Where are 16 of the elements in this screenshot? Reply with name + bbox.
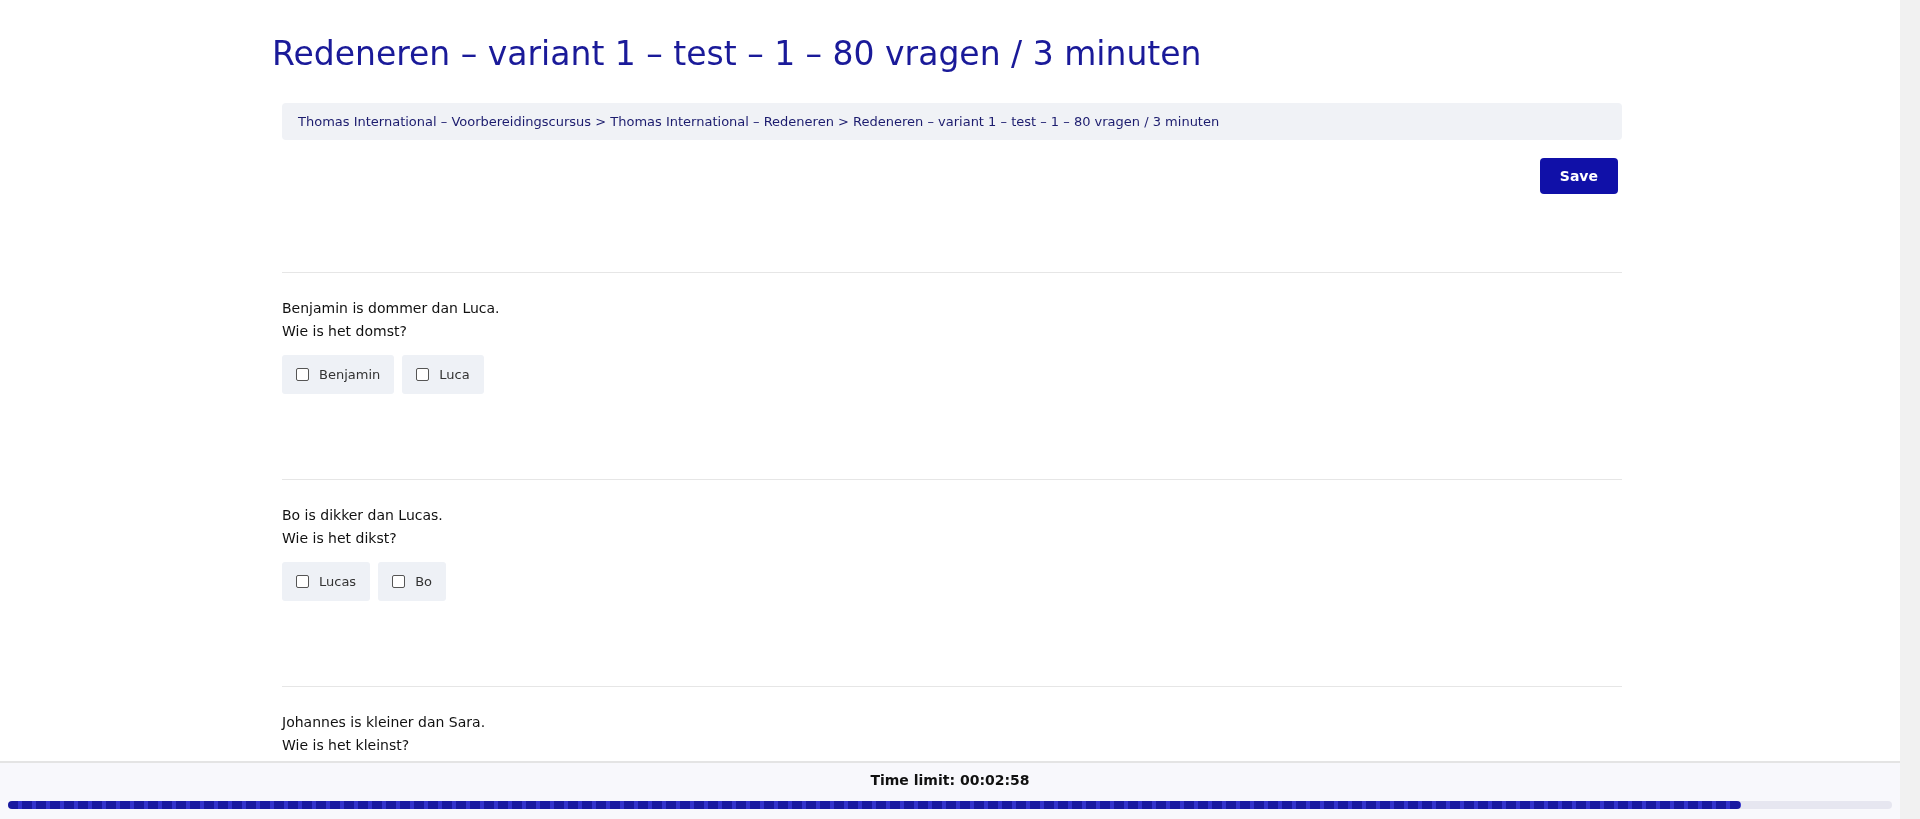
timer-text: Time limit: 00:02:58 [869, 772, 1031, 788]
scrollbar[interactable] [1900, 0, 1920, 819]
save-button[interactable]: Save [1539, 158, 1618, 194]
question-text: Benjamin is dommer dan Luca. Wie is het domst? [282, 299, 500, 341]
checkbox[interactable] [392, 575, 406, 588]
answer-option[interactable]: Bo [378, 562, 446, 601]
checkbox[interactable] [296, 368, 309, 381]
question-text: Johannes is kleiner dan Sara. Wie is het kleinst? [282, 713, 486, 755]
question-text: Bo is dikker dan Lucas. Wie is het dikst? [282, 506, 443, 548]
checkbox[interactable] [416, 368, 430, 381]
answer-option[interactable]: Benjamin [282, 355, 395, 394]
checkbox[interactable] [296, 575, 309, 588]
breadcrumb: Thomas International – Voorbereidingscursus > Thomas International – Redeneren > Redeneren – variant 1 – test – 1 – 80 vragen / 3 minuten [282, 103, 1622, 140]
answer-option[interactable]: Luca [402, 355, 484, 394]
page-title: Redeneren – variant 1 – test – 1 – 80 vragen / 3 minuten [272, 34, 1202, 73]
answer-option[interactable]: Lucas [282, 562, 371, 601]
